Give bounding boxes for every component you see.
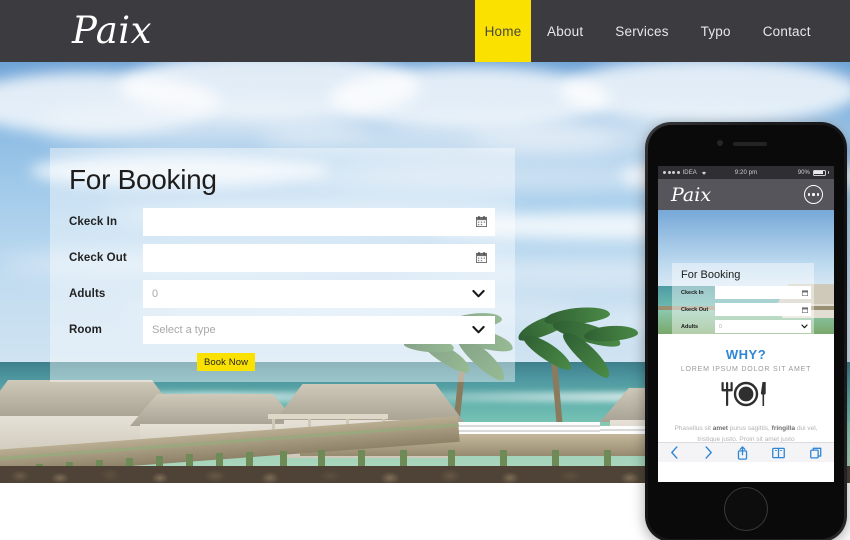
phone-adults-value: 0 (719, 323, 722, 330)
phone-browser-toolbar (658, 442, 834, 462)
why-body-bold1: amet (712, 425, 728, 432)
form-row-check-out: Ckeck Out (69, 244, 495, 272)
tabs-icon[interactable] (809, 447, 822, 459)
chevron-down-icon[interactable] (472, 289, 485, 299)
phone-label-check-out: Ckeck Out (681, 306, 709, 313)
phone-why-section: WHY? LOREM IPSUM DOLOR SIT AMET Phasellu… (658, 334, 834, 462)
site-logo[interactable]: Paix (72, 8, 152, 54)
phone-check-out-input[interactable] (715, 303, 811, 316)
phone-form-row-check-out: Ckeck Out (681, 303, 811, 316)
label-check-in: Ckeck In (69, 216, 118, 228)
phone-front-camera-icon (717, 140, 723, 146)
label-room: Room (69, 324, 102, 336)
cutlery-plate-icon (658, 381, 834, 412)
form-row-adults: Adults 0 (69, 280, 495, 308)
adults-select[interactable]: 0 (143, 280, 495, 308)
label-adults: Adults (69, 288, 106, 300)
nav-item-home[interactable]: Home (475, 0, 531, 62)
why-body-part1: Phasellus sit (674, 425, 713, 432)
forward-chevron-icon[interactable] (704, 446, 713, 459)
calendar-icon[interactable] (476, 216, 487, 227)
check-in-input[interactable] (143, 208, 495, 236)
main-navigation: Home About Services Typo Contact (475, 0, 827, 62)
form-row-room: Room Select a type (69, 316, 495, 344)
phone-screen: IDEA 9:20 pm 90% Paix For Booking Ckeck … (658, 166, 834, 482)
phone-label-check-in: Ckeck In (681, 289, 704, 296)
why-body-part2: purus sagittis, (727, 425, 772, 432)
share-icon[interactable] (737, 445, 748, 460)
chevron-down-icon[interactable] (801, 324, 808, 329)
why-heading: WHY? (725, 347, 767, 362)
phone-booking-title: For Booking (681, 269, 741, 281)
why-subheading: LOREM IPSUM DOLOR SIT AMET (680, 366, 812, 373)
calendar-icon[interactable] (476, 252, 487, 263)
booking-form-title: For Booking (69, 164, 217, 195)
back-chevron-icon[interactable] (670, 446, 679, 459)
book-now-button[interactable]: Book Now (197, 353, 255, 371)
phone-adults-select[interactable]: 0 (715, 320, 811, 333)
phone-status-bar: IDEA 9:20 pm 90% (658, 166, 834, 179)
nav-item-contact[interactable]: Contact (747, 0, 827, 62)
nav-item-typo[interactable]: Typo (685, 0, 747, 62)
calendar-icon[interactable] (802, 306, 808, 313)
phone-mockup: IDEA 9:20 pm 90% Paix For Booking Ckeck … (645, 122, 847, 540)
booking-form-panel: For Booking Ckeck In Ckeck Out Adults 0 … (50, 148, 515, 382)
nav-item-services[interactable]: Services (599, 0, 684, 62)
status-time: 9:20 pm (734, 169, 758, 176)
phone-form-row-adults: Adults 0 (681, 320, 811, 333)
phone-site-logo[interactable]: Paix (671, 182, 711, 208)
phone-form-row-check-in: Ckeck In (681, 286, 811, 299)
label-check-out: Ckeck Out (69, 252, 127, 264)
form-row-check-in: Ckeck In (69, 208, 495, 236)
room-select[interactable]: Select a type (143, 316, 495, 344)
site-header: Paix Home About Services Typo Contact (0, 0, 850, 62)
nav-item-about[interactable]: About (531, 0, 599, 62)
why-body-bold2: fringilla (771, 425, 796, 432)
page-root: For Booking Ckeck In Ckeck Out Adults 0 … (0, 0, 850, 540)
chevron-down-icon[interactable] (472, 325, 485, 335)
phone-hero-photo: For Booking Ckeck In Ckeck Out Adults 0 (658, 210, 834, 334)
ellipsis-menu-icon[interactable] (804, 185, 823, 204)
phone-check-in-input[interactable] (715, 286, 811, 299)
calendar-icon[interactable] (802, 289, 808, 296)
bookmarks-book-icon[interactable] (772, 447, 786, 459)
phone-earpiece-speaker (733, 142, 767, 146)
adults-value: 0 (152, 288, 159, 300)
phone-label-adults: Adults (681, 323, 699, 330)
room-value: Select a type (152, 324, 216, 336)
phone-site-header: Paix (658, 179, 834, 210)
check-out-input[interactable] (143, 244, 495, 272)
phone-home-button[interactable] (724, 487, 768, 531)
phone-booking-form-panel: For Booking Ckeck In Ckeck Out Adults 0 (672, 263, 814, 334)
